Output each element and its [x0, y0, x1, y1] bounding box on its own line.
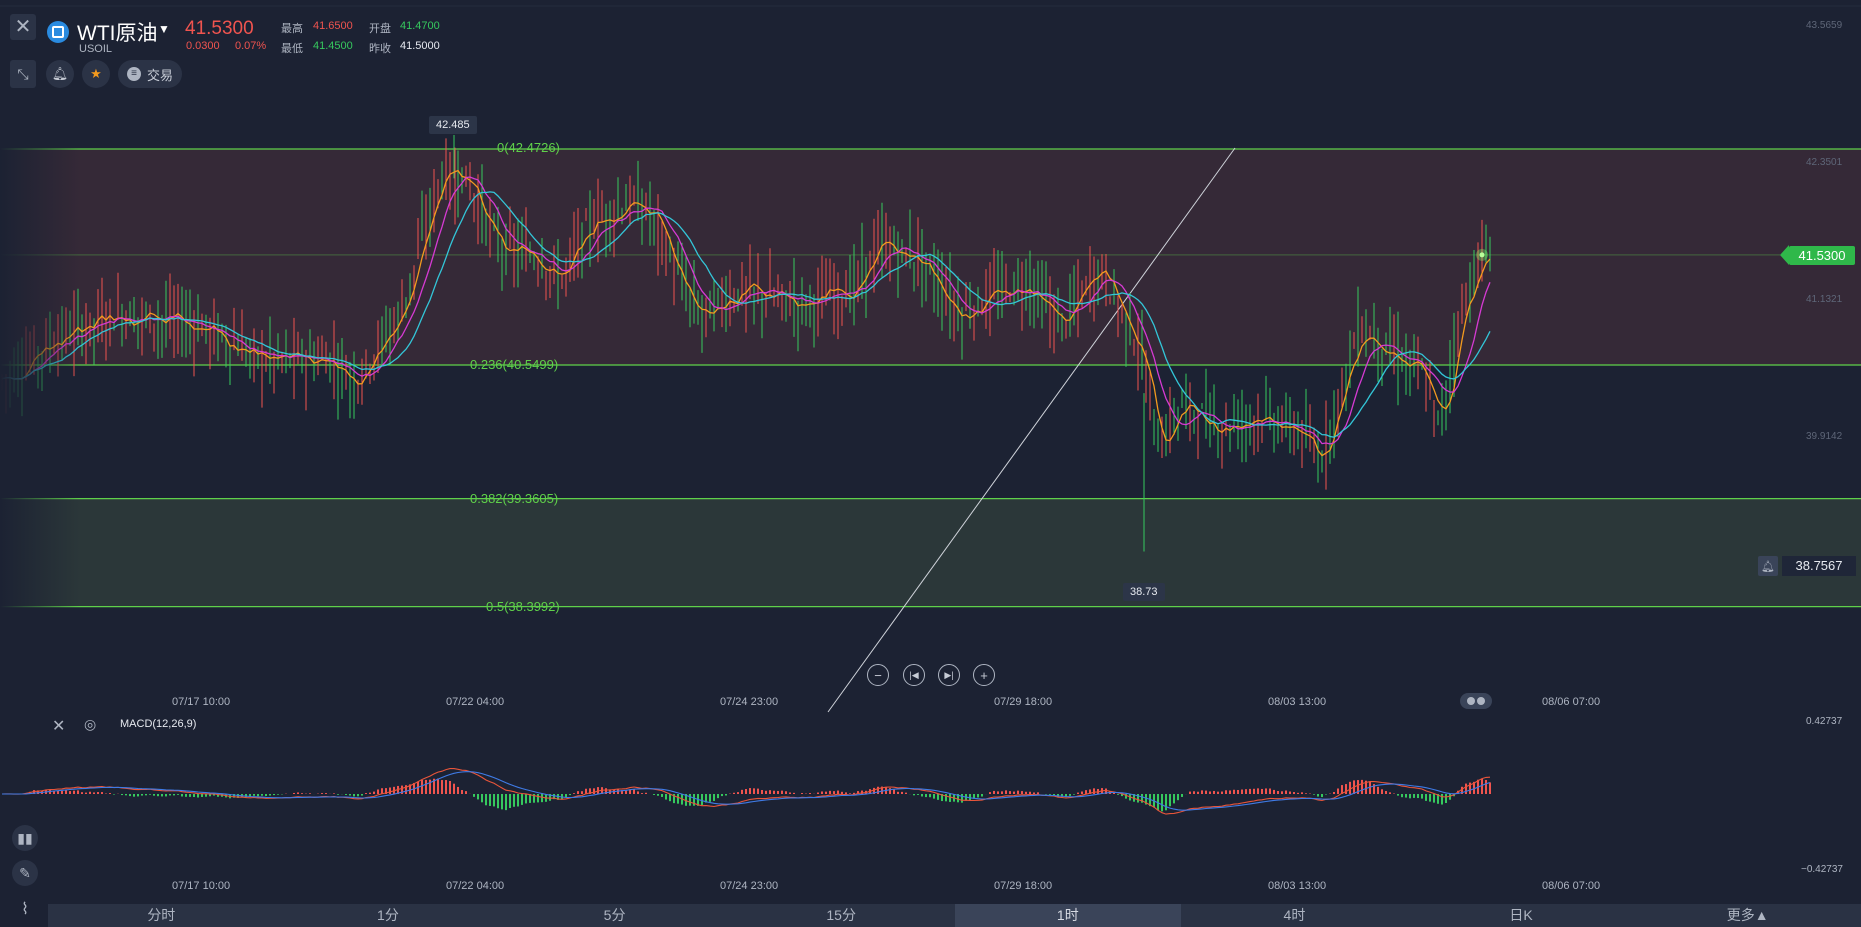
price-axis-label: 42.3501	[1806, 157, 1843, 168]
timeframe-tab[interactable]: 15分	[728, 904, 955, 927]
close-button[interactable]: ✕	[10, 14, 36, 40]
open-value: 41.4700	[400, 20, 440, 32]
time-axis-label: 08/03 13:00	[1268, 880, 1327, 892]
scroll-end-button[interactable]: ▶|	[938, 664, 960, 686]
star-icon[interactable]: ★	[82, 60, 110, 88]
scroll-start-button[interactable]: |◀	[903, 664, 925, 686]
time-axis-label: 07/22 04:00	[446, 880, 505, 892]
time-axis-label: 07/24 23:00	[720, 880, 779, 892]
indicator-icon[interactable]: ▮▮	[12, 825, 38, 851]
macd-axis-top: 0.42737	[1806, 716, 1843, 727]
zoom-in-button[interactable]: +	[973, 664, 995, 686]
trade-button[interactable]: ≡ 交易	[118, 60, 182, 88]
open-label: 开盘	[369, 23, 391, 35]
fib-level-label: 0.236(40.5499)	[470, 357, 559, 372]
low-label: 最低	[281, 43, 303, 55]
time-axis-label: 07/29 18:00	[994, 696, 1053, 708]
price-change-percent: 0.07%	[235, 40, 267, 52]
timeframe-tab[interactable]: 分时	[48, 904, 275, 927]
time-axis-label: 07/17 10:00	[172, 696, 231, 708]
time-axis-label: 07/24 23:00	[720, 696, 779, 708]
time-axis-label: 08/03 13:00	[1268, 696, 1327, 708]
toggle-switch[interactable]	[1460, 693, 1492, 709]
time-axis-label: 07/22 04:00	[446, 696, 505, 708]
low-value: 41.4500	[313, 40, 353, 52]
timeframe-bar: 分时 1分 5分 15分 1时 4时 日K 更多▲	[48, 904, 1861, 927]
timeframe-tab-active[interactable]: 1时	[954, 904, 1182, 927]
prev-close-label: 昨收	[369, 43, 391, 55]
oil-symbol-icon	[47, 21, 69, 43]
macd-title: MACD(12,26,9)	[120, 718, 197, 730]
prev-close-value: 41.5000	[400, 40, 440, 52]
close-indicator-icon[interactable]: ✕	[52, 716, 65, 736]
alert-bell-icon[interactable]: 🔔︎	[1758, 556, 1778, 576]
pencil-icon[interactable]: ✎	[12, 860, 38, 886]
symbol-code: USOIL	[79, 43, 113, 55]
timeframe-tab[interactable]: 4时	[1181, 904, 1408, 927]
eye-icon[interactable]: ◎	[84, 716, 96, 733]
high-value: 41.6500	[313, 20, 353, 32]
more-timeframes[interactable]: 更多▲	[1634, 904, 1861, 927]
macd-axis-bottom: −0.42737	[1801, 864, 1843, 875]
time-axis-label: 07/17 10:00	[172, 880, 231, 892]
current-price-tag: 41.5300	[1789, 246, 1855, 265]
high-extreme-label: 42.485	[429, 116, 477, 134]
chart-type-icon[interactable]: ⌇	[12, 896, 38, 922]
current-price-dot	[1479, 252, 1485, 258]
high-label: 最高	[281, 23, 303, 35]
zoom-out-button[interactable]: −	[867, 664, 889, 686]
price-change: 0.0300	[186, 40, 220, 52]
timeframe-tab[interactable]: 5分	[501, 904, 728, 927]
low-extreme-label: 38.73	[1123, 583, 1165, 601]
timeframe-tab[interactable]: 1分	[275, 904, 502, 927]
alert-price-tag[interactable]: 38.7567	[1782, 556, 1856, 576]
collapse-icon[interactable]: ⤡	[10, 60, 36, 88]
chevron-down-icon[interactable]: ▼	[158, 22, 170, 36]
timeframe-tab[interactable]: 日K	[1408, 904, 1635, 927]
price-chart[interactable]	[0, 0, 1861, 927]
last-price: 41.5300	[185, 18, 254, 39]
time-axis-label: 08/06 07:00	[1542, 880, 1601, 892]
fib-level-label: 0(42.4726)	[497, 140, 560, 155]
fib-level-label: 0.5(38.3992)	[486, 599, 560, 614]
price-axis-label: 41.1321	[1806, 294, 1843, 305]
fib-level-label: 0.382(39.3605)	[470, 491, 559, 506]
price-axis-label: 43.5659	[1806, 20, 1843, 31]
current-price-pointer	[1780, 245, 1789, 265]
time-axis-label: 08/06 07:00	[1542, 696, 1601, 708]
bell-icon[interactable]: 🔔︎	[46, 60, 74, 88]
fib-zone	[0, 498, 1861, 607]
price-axis-label: 39.9142	[1806, 431, 1843, 442]
menu-icon: ≡	[126, 67, 141, 81]
trade-label: 交易	[146, 67, 173, 83]
time-axis-label: 07/29 18:00	[994, 880, 1053, 892]
